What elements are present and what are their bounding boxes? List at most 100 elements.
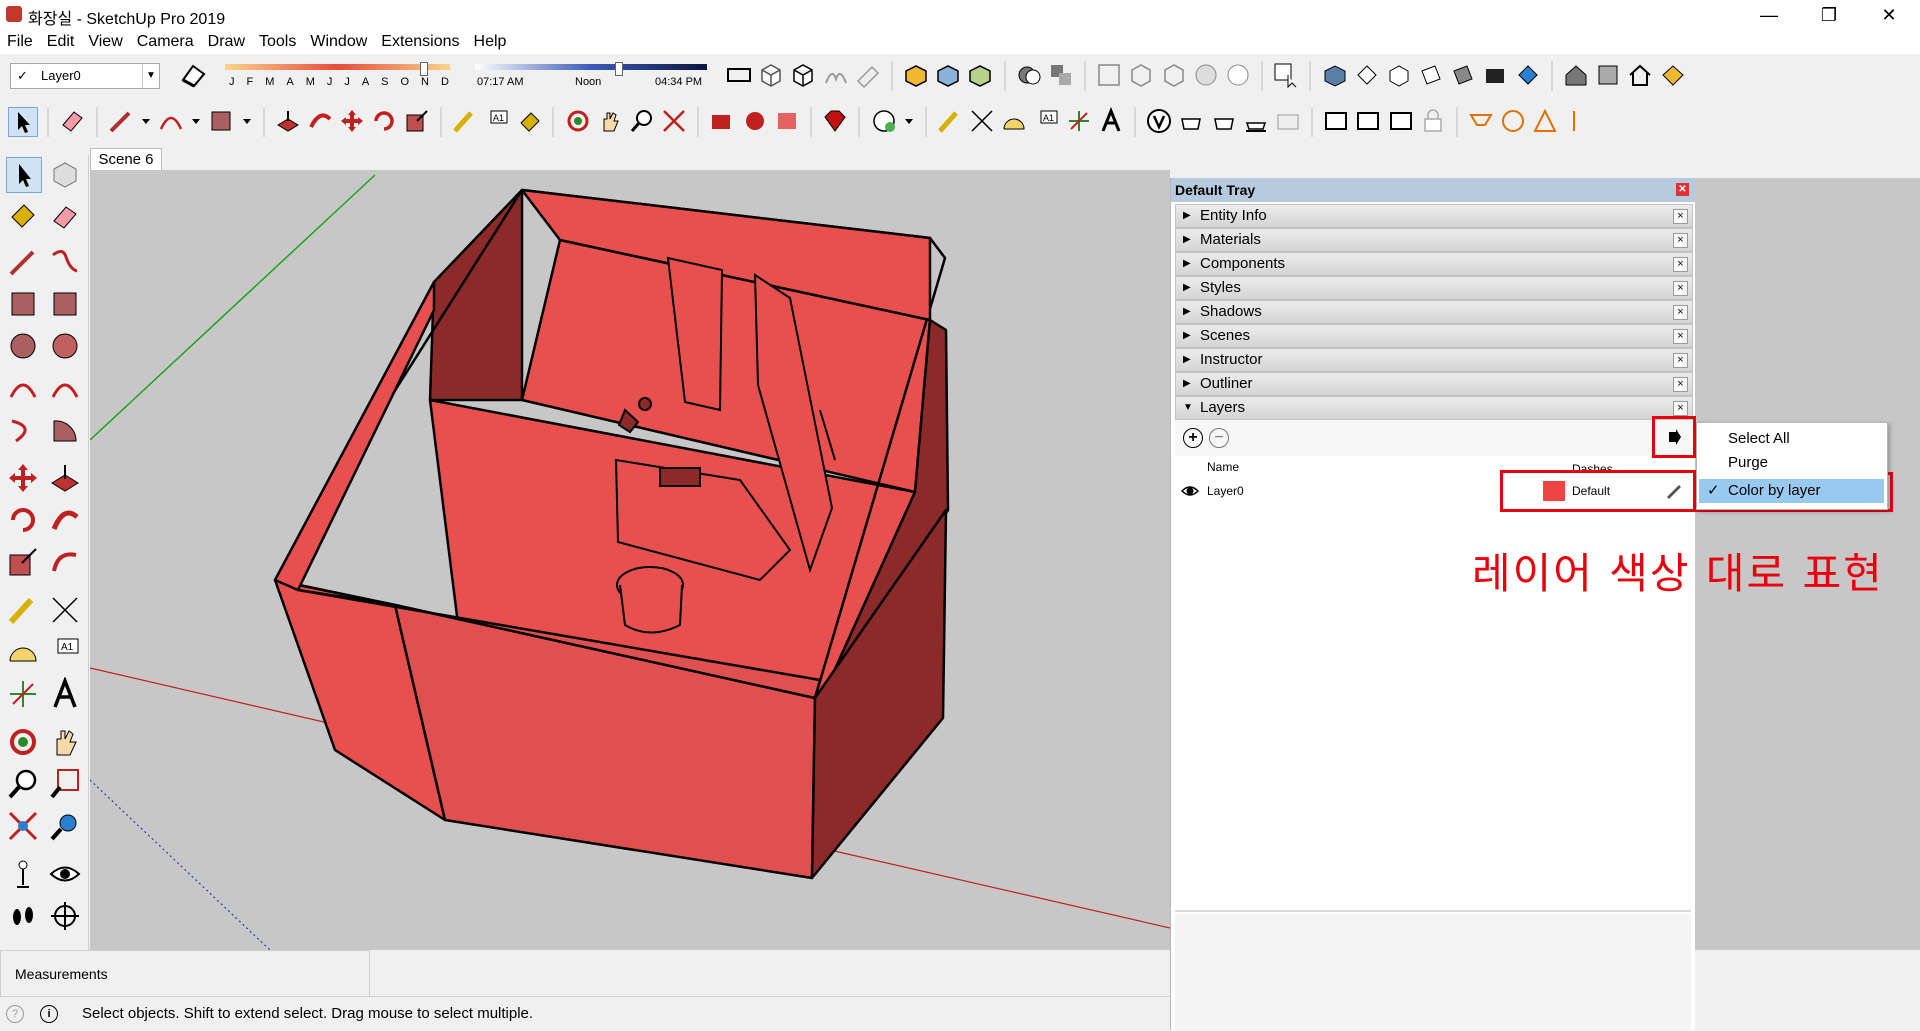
close-button[interactable]: ✕: [1860, 0, 1918, 30]
pan-hand-icon[interactable]: [596, 107, 624, 135]
close-icon[interactable]: ×: [1673, 209, 1688, 224]
circle-tool-icon[interactable]: [6, 329, 40, 363]
rotated-rectangle-icon[interactable]: [48, 287, 82, 321]
rotate-tool-icon[interactable]: [370, 107, 398, 135]
panel-instructor[interactable]: ▶ Instructor ×: [1175, 348, 1693, 372]
panel-shadows[interactable]: ▶ Shadows ×: [1175, 300, 1693, 324]
layer-name[interactable]: Layer0: [1207, 484, 1244, 498]
menu-item-color-by-layer[interactable]: ✓ Color by layer: [1699, 479, 1884, 503]
zoom-icon[interactable]: [6, 767, 40, 801]
dimension-icon[interactable]: [48, 593, 82, 627]
info-icon[interactable]: i: [40, 1005, 58, 1023]
vray-spot-light-icon[interactable]: [1531, 107, 1559, 135]
polygon-tool-icon[interactable]: [48, 329, 82, 363]
menu-camera[interactable]: Camera: [130, 30, 201, 54]
shadow-month-slider[interactable]: J F M A M J J A S O N D: [225, 62, 450, 92]
menu-help[interactable]: Help: [467, 30, 514, 54]
warehouse-get-models-icon[interactable]: [708, 107, 736, 135]
solid-tools-split-icon[interactable]: [966, 61, 994, 89]
chevron-down-icon[interactable]: ▼: [142, 64, 159, 88]
menu-extensions[interactable]: Extensions: [374, 30, 466, 54]
close-icon[interactable]: ×: [1673, 329, 1688, 344]
outer-shell-icon[interactable]: [1015, 61, 1043, 89]
paint-bucket-icon[interactable]: [6, 199, 40, 233]
menu-file[interactable]: File: [0, 30, 40, 54]
zoom-extents-icon[interactable]: [6, 809, 40, 843]
model-viewport[interactable]: [90, 170, 1170, 950]
select-tool-icon[interactable]: [8, 107, 38, 137]
menu-draw[interactable]: Draw: [201, 30, 252, 54]
scene-tab[interactable]: Scene 6: [90, 148, 162, 171]
menu-edit[interactable]: Edit: [40, 30, 82, 54]
rectangle-tool-icon[interactable]: [6, 287, 40, 321]
chevron-down-icon[interactable]: [139, 107, 153, 135]
zoom-icon[interactable]: [628, 107, 656, 135]
arc-tool-icon[interactable]: [157, 107, 185, 135]
follow-me-icon[interactable]: [306, 107, 334, 135]
panel-layers[interactable]: ▼ Layers ×: [1175, 396, 1693, 420]
style-wireframe-icon[interactable]: [1160, 61, 1188, 89]
solid-tools-subtract-icon[interactable]: [934, 61, 962, 89]
orbit-icon[interactable]: [564, 107, 592, 135]
follow-me-icon[interactable]: [48, 503, 82, 537]
warehouse-share-component-icon[interactable]: [773, 107, 801, 135]
maximize-button[interactable]: ❐: [1800, 0, 1858, 30]
view-bottom-icon[interactable]: [1514, 61, 1542, 89]
pie-tool-icon[interactable]: [48, 413, 82, 447]
add-layer-icon[interactable]: +: [1183, 428, 1203, 448]
text-label-icon[interactable]: A1: [1033, 107, 1061, 135]
menu-tools[interactable]: Tools: [252, 30, 303, 54]
tray-close-icon[interactable]: ✕: [1676, 183, 1689, 196]
vray-light-icon[interactable]: [1467, 107, 1495, 135]
push-pull-icon[interactable]: [48, 461, 82, 495]
line-tool-icon[interactable]: [6, 245, 40, 279]
position-camera-icon[interactable]: [6, 857, 40, 891]
look-around-eye-icon[interactable]: [48, 857, 82, 891]
menu-window[interactable]: Window: [303, 30, 374, 54]
panel-entity-info[interactable]: ▶ Entity Info ×: [1175, 204, 1693, 228]
close-icon[interactable]: ×: [1673, 377, 1688, 392]
cloud-render-icon[interactable]: [1387, 107, 1415, 135]
dimension-icon[interactable]: [968, 107, 996, 135]
close-icon[interactable]: ×: [1673, 281, 1688, 296]
3d-text-icon[interactable]: [48, 676, 82, 711]
view-right-icon[interactable]: [1417, 61, 1445, 89]
orbit-icon[interactable]: [6, 725, 40, 759]
extension-warehouse-icon[interactable]: [1594, 61, 1622, 89]
panel-outliner[interactable]: ▶ Outliner ×: [1175, 372, 1693, 396]
style-hidden-line-icon[interactable]: [1192, 61, 1220, 89]
protractor-icon[interactable]: [6, 635, 40, 669]
line-tool-icon[interactable]: [107, 107, 135, 135]
close-icon[interactable]: ×: [1673, 233, 1688, 248]
3d-text-icon[interactable]: [1097, 106, 1125, 135]
rotate-tool-icon[interactable]: [6, 503, 40, 537]
chevron-down-icon[interactable]: [240, 107, 254, 135]
three-point-arc-icon[interactable]: [6, 413, 40, 447]
panel-materials[interactable]: ▶ Materials ×: [1175, 228, 1693, 252]
sign-in-icon[interactable]: [870, 107, 898, 135]
remove-layer-icon[interactable]: −: [1209, 428, 1229, 448]
paint-bucket-icon[interactable]: [515, 107, 543, 135]
teapot-region-icon[interactable]: [1242, 107, 1270, 135]
view-front-icon[interactable]: [1385, 61, 1413, 89]
scale-tool-icon[interactable]: [403, 107, 431, 135]
close-icon[interactable]: ×: [1673, 353, 1688, 368]
style-shaded-icon[interactable]: [1224, 61, 1252, 89]
previous-view-icon[interactable]: [48, 809, 82, 843]
minimize-button[interactable]: —: [1740, 0, 1798, 30]
solid-tools-union-icon[interactable]: [902, 61, 930, 89]
frame-buffer-icon[interactable]: [1274, 107, 1302, 135]
eraser-icon[interactable]: [48, 199, 82, 233]
extension-warehouse-ruby-icon[interactable]: [821, 107, 849, 135]
menu-view[interactable]: View: [81, 30, 129, 54]
extension-manager-icon[interactable]: [1659, 61, 1687, 89]
tape-measure-icon[interactable]: [6, 593, 40, 627]
vray-sphere-light-icon[interactable]: [1499, 107, 1527, 135]
close-icon[interactable]: ×: [1673, 257, 1688, 272]
view-top-icon[interactable]: [1353, 61, 1381, 89]
warehouse-share-model-icon[interactable]: [741, 107, 769, 135]
style-backedges-icon[interactable]: [1127, 61, 1155, 89]
intersect-icon[interactable]: [1047, 61, 1075, 89]
box-icon[interactable]: [757, 61, 785, 89]
protractor-icon[interactable]: [1000, 107, 1028, 135]
